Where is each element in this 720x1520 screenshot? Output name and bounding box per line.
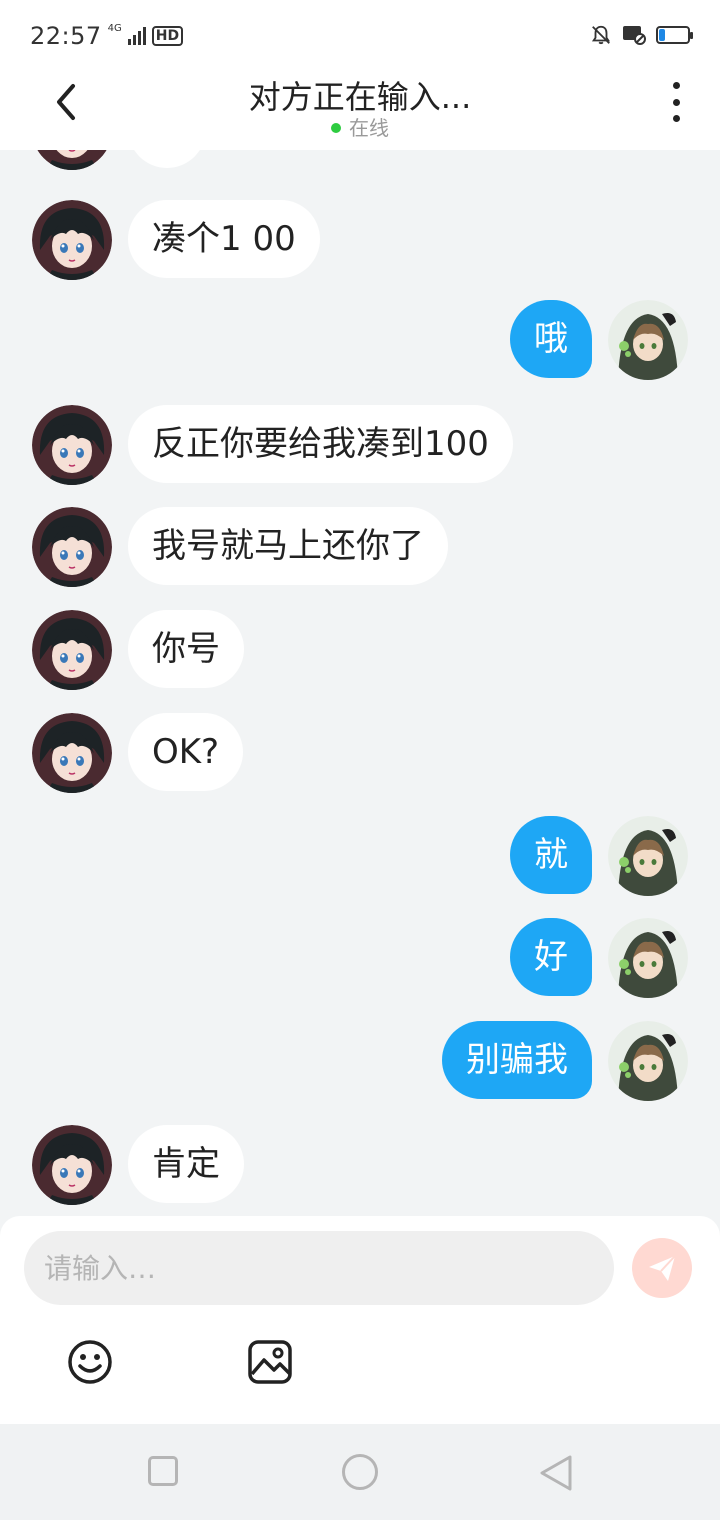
contact-avatar[interactable] [32,1125,112,1205]
emoji-icon [68,1340,112,1384]
bell-off-icon [591,25,611,45]
message-row: 凑个1 00 [0,200,720,280]
send-icon [649,1255,676,1281]
anime-boy-avatar-icon [608,300,688,380]
status-time: 22:57 [30,22,102,50]
message-row-partial [0,150,720,170]
contact-avatar[interactable] [32,150,112,170]
online-status: 在线 [0,112,720,141]
anime-boy-avatar-icon [608,816,688,896]
contact-avatar[interactable] [32,507,112,587]
battery-icon [656,26,693,44]
status-left: 22:57 4G HD [30,22,184,50]
message-row: 好 [0,918,720,998]
message-input[interactable] [24,1231,614,1305]
anime-girl-avatar-icon [32,713,112,793]
my-avatar[interactable] [608,1021,688,1101]
message-list[interactable]: 凑个1 00 哦反正你要给我凑到100 我号就马上还你了 你号 OK? 就好别骗我肯定 [0,150,720,1216]
image-button[interactable] [246,1338,294,1386]
more-dot-icon [672,115,680,122]
message-blocked-icon [623,26,646,45]
contact-avatar[interactable] [32,200,112,280]
contact-avatar[interactable] [32,610,112,690]
anime-boy-avatar-icon [608,1021,688,1101]
hd-badge: HD [151,26,184,46]
nav-recent-button[interactable] [148,1456,178,1486]
sent-message-bubble[interactable]: 哦 [510,300,592,378]
battery-level [659,29,665,41]
received-message-bubble[interactable]: OK? [128,713,244,791]
anime-girl-avatar-icon [37,150,107,170]
sent-message-bubble[interactable]: 别骗我 [442,1021,592,1099]
received-message-bubble[interactable]: 你号 [128,610,244,688]
image-icon [248,1340,292,1384]
online-dot-icon [331,123,341,133]
sent-message-bubble[interactable]: 好 [510,918,592,996]
more-menu-button[interactable] [664,82,688,122]
composer-panel [0,1216,720,1424]
chat-header: 对方正在输入... 在线 [0,72,720,150]
message-row: 反正你要给我凑到100 [0,405,720,485]
send-button[interactable] [632,1238,692,1298]
network-type: 4G [107,22,122,34]
message-row: 就 [0,816,720,896]
my-avatar[interactable] [608,816,688,896]
message-row: 你号 [0,610,720,690]
received-message-bubble[interactable]: 肯定 [128,1125,244,1203]
online-status-label: 在线 [349,116,389,140]
message-row: 别骗我 [0,1021,720,1101]
message-row: 肯定 [0,1125,720,1205]
anime-girl-avatar-icon [32,405,112,485]
contact-avatar[interactable] [32,405,112,485]
sent-message-bubble[interactable]: 就 [510,816,592,894]
signal-icon [127,27,146,45]
my-avatar[interactable] [608,918,688,998]
message-bubble-partial [128,150,206,168]
my-avatar[interactable] [608,300,688,380]
status-right [590,24,693,46]
anime-girl-avatar-icon [32,200,112,280]
anime-boy-avatar-icon [608,918,688,998]
received-message-bubble[interactable]: 反正你要给我凑到100 [128,405,513,483]
status-bar: 22:57 4G HD [0,0,720,72]
message-row: 我号就马上还你了 [0,507,720,587]
more-dot-icon [672,82,680,89]
message-row: OK? [0,713,720,793]
system-nav-bar [0,1424,720,1520]
anime-girl-avatar-icon [32,610,112,690]
received-message-bubble[interactable]: 凑个1 00 [128,200,320,278]
anime-girl-avatar-icon [32,1125,112,1205]
anime-girl-avatar-icon [32,507,112,587]
contact-avatar[interactable] [32,713,112,793]
message-row: 哦 [0,300,720,380]
nav-back-button[interactable] [538,1453,574,1493]
received-message-bubble[interactable]: 我号就马上还你了 [128,507,448,585]
more-dot-icon [672,98,680,106]
emoji-button[interactable] [66,1338,114,1386]
nav-home-button[interactable] [342,1454,378,1490]
